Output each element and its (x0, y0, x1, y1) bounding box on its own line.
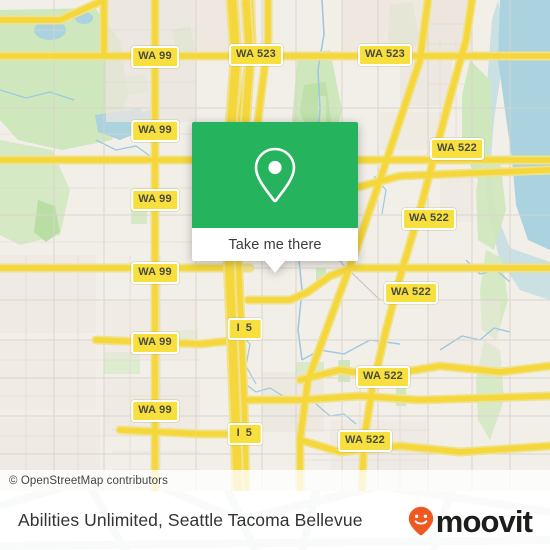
shield-wa-522: WA 522 (402, 208, 456, 230)
shield-wa-99: WA 99 (131, 262, 179, 284)
shield-wa-523: WA 523 (229, 44, 283, 66)
callout-photo (192, 122, 358, 228)
shield-wa-99: WA 99 (131, 46, 179, 68)
map-canvas[interactable]: WA 99 WA 523 WA 523 WA 99 WA 522 WA 99 W… (0, 0, 550, 491)
moovit-wordmark: moovit (435, 504, 533, 539)
shield-wa-99: WA 99 (131, 332, 179, 354)
moovit-place-map-card: WA 99 WA 523 WA 523 WA 99 WA 522 WA 99 W… (0, 0, 550, 550)
location-pin-icon (254, 147, 296, 203)
shield-i-5: I 5 (227, 318, 263, 340)
shield-i-5: I 5 (227, 423, 263, 445)
shield-wa-99: WA 99 (131, 120, 179, 142)
openstreetmap-attribution[interactable]: © OpenStreetMap contributors (0, 475, 168, 487)
shield-wa-99: WA 99 (131, 400, 179, 422)
shield-wa-522: WA 522 (384, 282, 438, 304)
place-callout-card[interactable]: Take me there (192, 122, 358, 273)
take-me-there-label: Take me there (228, 236, 322, 253)
callout-action-bar[interactable]: Take me there (192, 228, 358, 261)
footer-bar: Abilities Unlimited, Seattle Tacoma Bell… (0, 491, 550, 550)
shield-wa-522: WA 522 (338, 430, 392, 452)
map-attribution-bar: © OpenStreetMap contributors (0, 470, 550, 491)
moovit-logo[interactable]: moovit (408, 504, 533, 539)
callout-pointer (265, 261, 285, 273)
shield-wa-523: WA 523 (358, 44, 412, 66)
place-title: Abilities Unlimited, Seattle Tacoma Bell… (18, 510, 363, 530)
shield-wa-522: WA 522 (356, 366, 410, 388)
shield-wa-99: WA 99 (131, 189, 179, 211)
shield-wa-522: WA 522 (430, 138, 484, 160)
footer-content: Abilities Unlimited, Seattle Tacoma Bell… (0, 491, 550, 550)
moovit-smiley-pin-icon (408, 506, 433, 535)
